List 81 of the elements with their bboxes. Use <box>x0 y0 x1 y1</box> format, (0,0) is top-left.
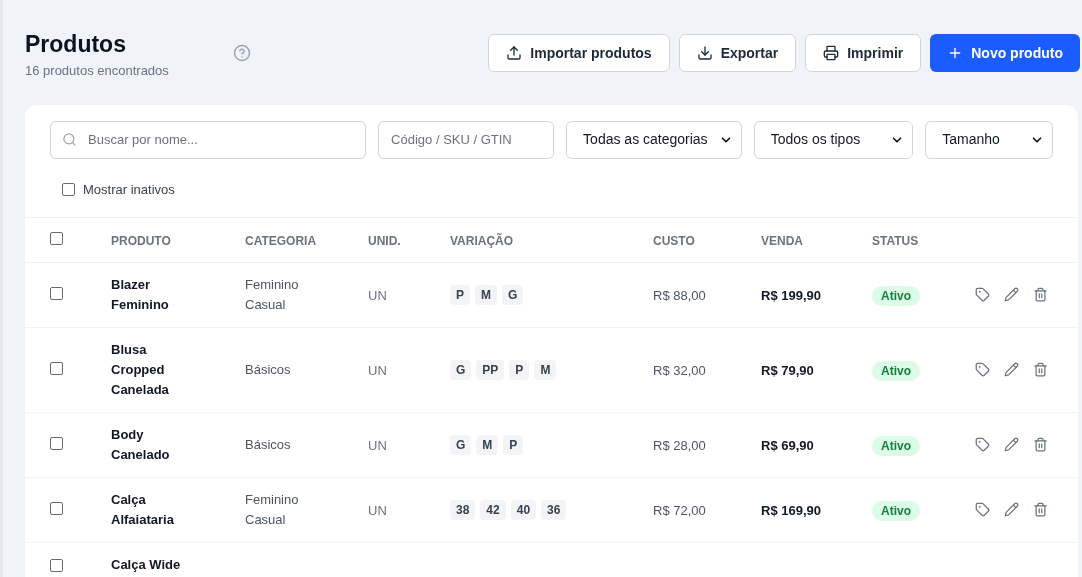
unit-text: UN <box>368 362 387 378</box>
price-text: R$ 199,90 <box>761 287 821 303</box>
column-header: STATUS <box>872 233 919 248</box>
result-count: 16 produtos encontrados <box>25 62 169 80</box>
variation-tag: M <box>534 359 557 380</box>
unit-text: UN <box>368 287 387 303</box>
code-field[interactable]: Código / SKU / GTIN <box>378 120 555 159</box>
variation-tag: M <box>475 284 497 305</box>
row-checkbox[interactable] <box>50 286 63 300</box>
unit-text: UN <box>368 437 387 453</box>
column-header: CUSTO <box>653 233 695 248</box>
filter-dropdown[interactable]: Tamanho <box>925 120 1053 159</box>
status-badge: Ativo <box>872 500 920 521</box>
search-field[interactable]: Buscar por nome... <box>50 120 367 159</box>
delete-icon[interactable] <box>1033 362 1048 377</box>
tag-icon[interactable] <box>975 362 990 377</box>
edit-icon[interactable] <box>1004 502 1019 517</box>
product-name: Blusa Cropped Canelada <box>111 340 170 399</box>
variation-tag: G <box>502 284 524 305</box>
row-checkbox[interactable] <box>50 361 63 375</box>
variation-tag: 42 <box>480 499 506 520</box>
new-product-button[interactable]: Novo produto <box>930 34 1080 72</box>
price-text: R$ 79,90 <box>761 362 814 378</box>
checkbox[interactable] <box>62 182 75 196</box>
delete-icon[interactable] <box>1033 437 1048 452</box>
row-checkbox[interactable] <box>50 558 63 572</box>
search-icon <box>62 131 77 147</box>
variation-tag: 38 <box>450 499 476 520</box>
delete-icon[interactable] <box>1033 502 1048 517</box>
edit-icon[interactable] <box>1004 287 1019 302</box>
status-badge: Ativo <box>872 435 920 456</box>
cost-text: R$ 88,00 <box>653 287 706 303</box>
category-text: Básicos <box>245 360 292 379</box>
variation-tag: G <box>450 359 472 380</box>
print-icon <box>823 45 840 61</box>
cost-text: R$ 28,00 <box>653 437 706 453</box>
variation-tag: G <box>450 434 472 455</box>
checkbox-label: Mostrar inativos <box>83 180 175 199</box>
tag-icon[interactable] <box>975 437 990 452</box>
import-icon <box>506 45 523 61</box>
select-all-checkbox[interactable] <box>50 231 63 245</box>
column-header: VARIAÇÃO <box>450 233 514 248</box>
product-name: Calça Alfaiataria <box>111 490 175 529</box>
cost-text: R$ 72,00 <box>653 502 706 518</box>
action-button[interactable]: Exportar <box>678 34 797 72</box>
export-icon <box>696 45 713 61</box>
price-text: R$ 169,90 <box>761 502 821 518</box>
variation-tag: P <box>450 284 470 305</box>
column-header: CATEGORIA <box>245 233 317 248</box>
variation-tag: P <box>509 359 530 380</box>
tag-icon[interactable] <box>975 502 990 517</box>
row-checkbox[interactable] <box>50 436 63 450</box>
action-button[interactable]: Importar produtos <box>488 34 670 72</box>
price-text: R$ 69,90 <box>761 437 814 453</box>
variation-tag: M <box>476 434 499 455</box>
filter-dropdown[interactable]: Todos os tipos <box>753 120 914 159</box>
category-text: Básicos <box>245 435 292 454</box>
cost-text: R$ 32,00 <box>653 362 706 378</box>
row-checkbox[interactable] <box>50 501 63 515</box>
category-text: Feminino Casual <box>245 490 300 529</box>
variation-tag: P <box>503 434 524 455</box>
variation-tag: PP <box>476 359 505 380</box>
status-badge: Ativo <box>872 360 920 381</box>
variation-tag: 36 <box>541 499 567 520</box>
delete-icon[interactable] <box>1033 287 1048 302</box>
status-badge: Ativo <box>872 285 920 306</box>
edit-icon[interactable] <box>1004 437 1019 452</box>
variation-tag: 40 <box>510 499 537 520</box>
filter-dropdown[interactable]: Todas as categorias <box>566 120 742 159</box>
action-button[interactable]: Imprimir <box>805 34 922 72</box>
product-name: Blazer Feminino <box>111 275 170 314</box>
category-text: Feminino Casual <box>245 275 300 314</box>
unit-text: UN <box>368 502 387 518</box>
column-header: VENDA <box>761 233 803 248</box>
edit-icon[interactable] <box>1004 362 1019 377</box>
tag-icon[interactable] <box>975 287 990 302</box>
column-header: PRODUTO <box>111 233 171 248</box>
product-name: Body Canelado <box>111 425 171 464</box>
product-name: Calça Wide <box>111 555 182 574</box>
page-title: Produtos <box>25 30 127 58</box>
column-header: UNID. <box>368 233 401 248</box>
